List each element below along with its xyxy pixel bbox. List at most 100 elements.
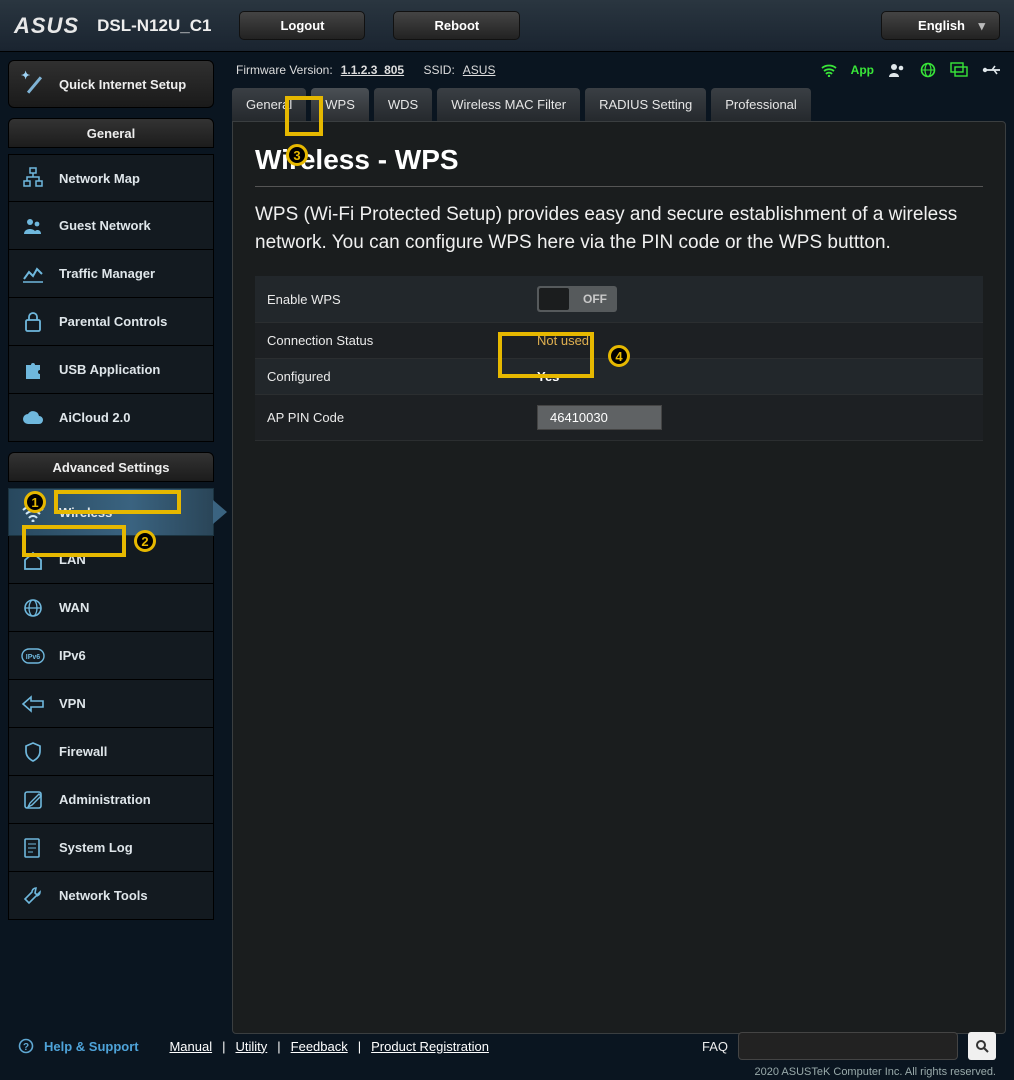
globe-icon [21, 596, 45, 620]
fw-label: Firmware Version: [236, 63, 333, 77]
ap-pin-value: 46410030 [537, 405, 662, 430]
sidebar-item-aicloud[interactable]: AiCloud 2.0 [8, 394, 214, 442]
conn-status-value: Not used [525, 323, 983, 359]
footer-link-manual[interactable]: Manual [169, 1039, 212, 1054]
tab-radius[interactable]: RADIUS Setting [585, 88, 706, 121]
tab-general[interactable]: General [232, 88, 306, 121]
puzzle-icon [21, 358, 45, 382]
sidebar-item-label: Guest Network [59, 218, 151, 233]
sidebar-item-label: WAN [59, 600, 89, 615]
content-area: Firmware Version: 1.1.2.3_805 SSID: ASUS… [232, 60, 1006, 1034]
settings-table: Enable WPS OFF Connection Status Not use… [255, 276, 983, 441]
sidebar-item-label: AiCloud 2.0 [59, 410, 131, 425]
sidebar-item-parental-controls[interactable]: Parental Controls [8, 298, 214, 346]
users-icon[interactable] [888, 62, 906, 78]
sidebar-item-vpn[interactable]: VPN [8, 680, 214, 728]
faq-search-input[interactable] [738, 1032, 958, 1060]
tab-wps[interactable]: WPS [311, 88, 369, 121]
admin-icon [21, 788, 45, 812]
logout-button[interactable]: Logout [239, 11, 365, 40]
brand-logo: ASUS [14, 13, 79, 39]
tools-icon [21, 884, 45, 908]
ipv6-icon: IPv6 [21, 644, 45, 668]
vpn-icon [21, 692, 45, 716]
sidebar-item-network-tools[interactable]: Network Tools [8, 872, 214, 920]
configured-value: Yes [525, 359, 983, 395]
usb-status-icon[interactable] [982, 64, 1002, 76]
configured-label: Configured [255, 359, 525, 395]
faq-label: FAQ [702, 1039, 728, 1054]
guest-network-icon [21, 214, 45, 238]
sidebar-item-lan[interactable]: LAN [8, 536, 214, 584]
wifi-icon[interactable] [821, 63, 837, 77]
sidebar-item-firewall[interactable]: Firewall [8, 728, 214, 776]
svg-text:?: ? [23, 1042, 29, 1053]
enable-wps-toggle[interactable]: OFF [537, 286, 617, 312]
ssid-label: SSID: [423, 63, 454, 77]
sidebar-item-system-log[interactable]: System Log [8, 824, 214, 872]
footer: ? Help & Support Manual | Utility | Feed… [0, 1032, 1014, 1060]
top-bar: ASUS DSL-N12U_C1 Logout Reboot English [0, 0, 1014, 52]
enable-wps-label: Enable WPS [255, 276, 525, 323]
sidebar-item-label: Firewall [59, 744, 107, 759]
row-enable-wps: Enable WPS OFF [255, 276, 983, 323]
globe-status-icon[interactable] [920, 62, 936, 78]
home-icon [21, 548, 45, 572]
tab-mac-filter[interactable]: Wireless MAC Filter [437, 88, 580, 121]
page-description: WPS (Wi-Fi Protected Setup) provides eas… [255, 187, 983, 276]
sidebar-item-label: System Log [59, 840, 133, 855]
sidebar-item-guest-network[interactable]: Guest Network [8, 202, 214, 250]
sidebar-item-usb-application[interactable]: USB Application [8, 346, 214, 394]
sidebar-item-label: USB Application [59, 362, 160, 377]
settings-panel: Wireless - WPS WPS (Wi-Fi Protected Setu… [232, 121, 1006, 1034]
meta-line: Firmware Version: 1.1.2.3_805 SSID: ASUS… [232, 60, 1006, 88]
sidebar-item-label: Network Tools [59, 888, 148, 903]
tab-wds[interactable]: WDS [374, 88, 432, 121]
sidebar-item-administration[interactable]: Administration [8, 776, 214, 824]
advanced-settings-label: Advanced Settings [52, 460, 169, 475]
model-label: DSL-N12U_C1 [97, 16, 211, 36]
help-icon: ? [18, 1038, 34, 1054]
footer-link-utility[interactable]: Utility [235, 1039, 267, 1054]
tab-professional[interactable]: Professional [711, 88, 811, 121]
sidebar-item-network-map[interactable]: Network Map [8, 154, 214, 202]
sidebar-item-label: LAN [59, 552, 86, 567]
language-dropdown[interactable]: English [881, 11, 1000, 40]
network-map-icon [21, 166, 45, 190]
quick-internet-setup-button[interactable]: Quick Internet Setup [8, 60, 214, 108]
sidebar-item-label: Parental Controls [59, 314, 167, 329]
svg-text:IPv6: IPv6 [26, 654, 41, 661]
sidebar-item-ipv6[interactable]: IPv6 IPv6 [8, 632, 214, 680]
row-configured: Configured Yes [255, 359, 983, 395]
sidebar-item-label: Traffic Manager [59, 266, 155, 281]
help-support-link[interactable]: Help & Support [44, 1039, 139, 1054]
row-connection-status: Connection Status Not used [255, 323, 983, 359]
wireless-icon [21, 500, 45, 524]
search-button[interactable] [968, 1032, 996, 1060]
sidebar-item-label: IPv6 [59, 648, 86, 663]
row-ap-pin: AP PIN Code 46410030 [255, 395, 983, 441]
footer-link-feedback[interactable]: Feedback [291, 1039, 348, 1054]
page-title: Wireless - WPS [255, 138, 983, 187]
sidebar-item-label: Administration [59, 792, 151, 807]
shield-icon [21, 740, 45, 764]
traffic-manager-icon [21, 262, 45, 286]
sidebar-item-traffic-manager[interactable]: Traffic Manager [8, 250, 214, 298]
sidebar-item-wireless[interactable]: Wireless [8, 488, 214, 536]
app-link[interactable]: App [851, 63, 874, 77]
reboot-button[interactable]: Reboot [393, 11, 520, 40]
sidebar: Quick Internet Setup General Network Map… [8, 60, 214, 1034]
fw-version-link[interactable]: 1.1.2.3_805 [341, 63, 404, 77]
tab-bar: General WPS WDS Wireless MAC Filter RADI… [232, 88, 1006, 121]
monitor-icon[interactable] [950, 62, 968, 78]
ap-pin-label: AP PIN Code [255, 395, 525, 441]
copyright: 2020 ASUSTeK Computer Inc. All rights re… [754, 1066, 996, 1078]
sidebar-item-wan[interactable]: WAN [8, 584, 214, 632]
sidebar-item-label: VPN [59, 696, 86, 711]
ssid-link[interactable]: ASUS [463, 63, 496, 77]
footer-link-registration[interactable]: Product Registration [371, 1039, 489, 1054]
toggle-state: OFF [583, 292, 607, 306]
log-icon [21, 836, 45, 860]
cloud-icon [21, 406, 45, 430]
sidebar-item-label: Wireless [59, 505, 112, 520]
